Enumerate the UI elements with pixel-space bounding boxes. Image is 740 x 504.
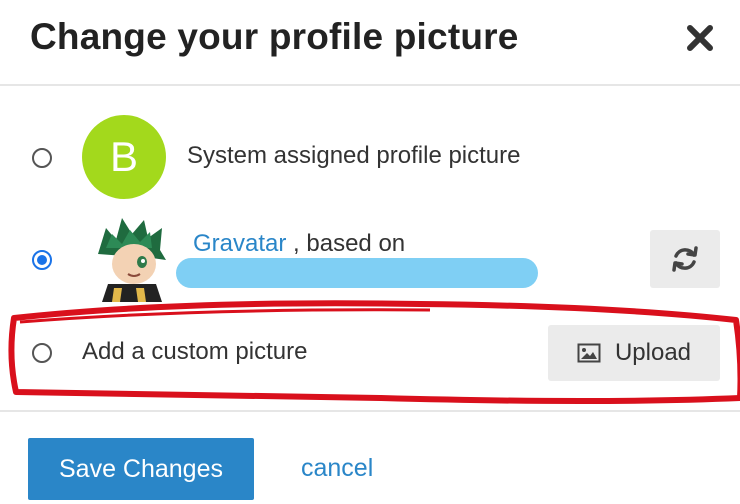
upload-button[interactable]: Upload [548,325,720,381]
footer-divider [0,410,740,412]
avatar-letter: B [109,133,138,180]
custom-picture-radio[interactable] [32,343,52,363]
dialog-header: Change your profile picture [0,0,740,86]
save-changes-button[interactable]: Save Changes [28,438,254,500]
system-avatar: B [82,115,166,199]
upload-label: Upload [614,339,692,366]
refresh-icon [672,246,698,272]
close-icon [687,25,713,51]
refresh-gravatar-button[interactable] [650,230,720,288]
system-picture-label: System assigned profile picture [187,142,521,169]
image-icon [577,343,601,363]
gravatar-avatar-image [92,214,170,302]
gravatar-link[interactable]: Gravatar [193,230,286,257]
close-button[interactable] [680,16,720,60]
change-profile-picture-dialog: Change your profile picture B System ass… [0,0,740,504]
system-picture-radio[interactable] [32,148,52,168]
custom-picture-label: Add a custom picture [82,338,308,365]
gravatar-based-on-text: , based on [286,230,406,257]
gravatar-radio[interactable] [32,250,52,270]
dialog-title: Change your profile picture [30,16,519,57]
cancel-link[interactable]: cancel [301,454,373,483]
redacted-email [176,258,538,288]
gravatar-label: Gravatar , based on [193,230,405,258]
